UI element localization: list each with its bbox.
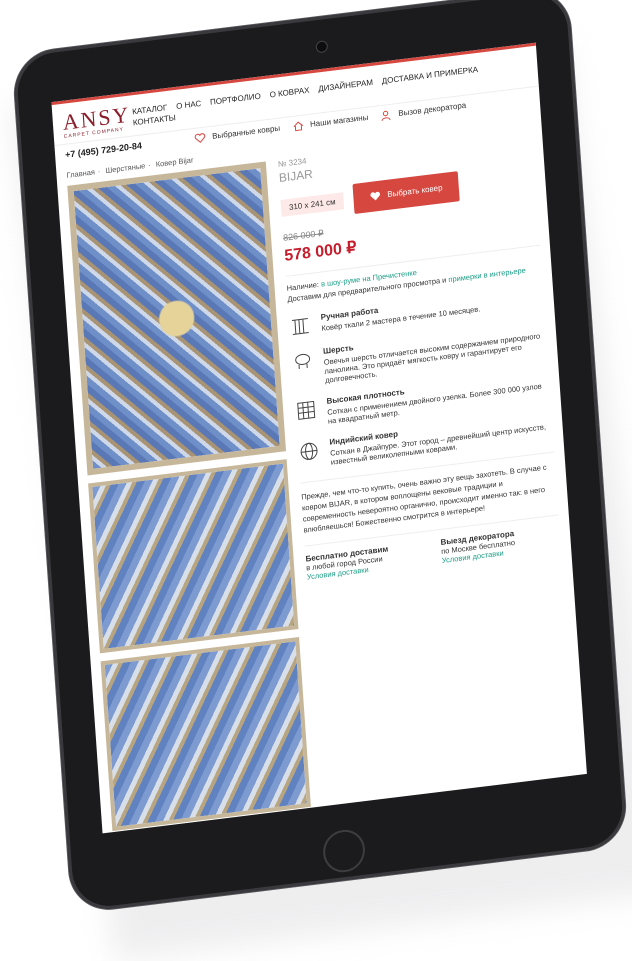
camera-icon <box>315 40 329 54</box>
site-logo[interactable]: ANSY CARPET COMPANY <box>62 102 133 140</box>
home-button[interactable] <box>321 827 367 875</box>
gallery <box>67 161 311 833</box>
nav-item-designers[interactable]: Дизайнерам <box>318 78 373 94</box>
product-content: № 3234 BIJAR 310 x 241 см Выбрать ковер … <box>57 128 587 834</box>
loom-icon <box>291 318 309 335</box>
rug-main-image[interactable] <box>67 161 287 476</box>
breadcrumb-home[interactable]: Главная <box>66 167 95 179</box>
decorator-visit: Выезд декоратора по Москве бесплатно Усл… <box>440 528 516 565</box>
nav-item-portfolio[interactable]: Портфолио <box>210 92 261 107</box>
home-icon <box>293 121 303 132</box>
person-icon <box>382 110 392 121</box>
breadcrumb-current: Ковер Bijar <box>155 155 194 169</box>
size-badge[interactable]: 310 x 241 см <box>280 191 345 217</box>
grid-icon <box>297 400 316 420</box>
heart-icon <box>370 191 380 201</box>
nav-item-about-rugs[interactable]: О коврах <box>269 86 309 100</box>
nav-item-about[interactable]: О нас <box>176 99 202 111</box>
sheep-icon <box>295 353 311 369</box>
heart-icon <box>194 133 206 143</box>
free-delivery: Бесплатно доставим в любой город России … <box>305 544 389 582</box>
rug-photo-floor[interactable] <box>88 459 299 654</box>
breadcrumb-wool[interactable]: Шерстяные <box>105 161 146 175</box>
fitting-link[interactable]: примерки в интерьере <box>448 266 526 284</box>
select-rug-button[interactable]: Выбрать ковер <box>352 171 460 215</box>
globe-icon <box>300 442 318 460</box>
product-info: № 3234 BIJAR 310 x 241 см Выбрать ковер … <box>278 129 578 814</box>
rug-photo-detail[interactable] <box>100 636 311 832</box>
tablet-device: ANSY CARPET COMPANY Каталог О нас Портфо… <box>12 0 628 914</box>
nav-item-delivery[interactable]: Доставка и примерка <box>382 65 479 86</box>
browser-screen: ANSY CARPET COMPANY Каталог О нас Портфо… <box>51 42 587 834</box>
